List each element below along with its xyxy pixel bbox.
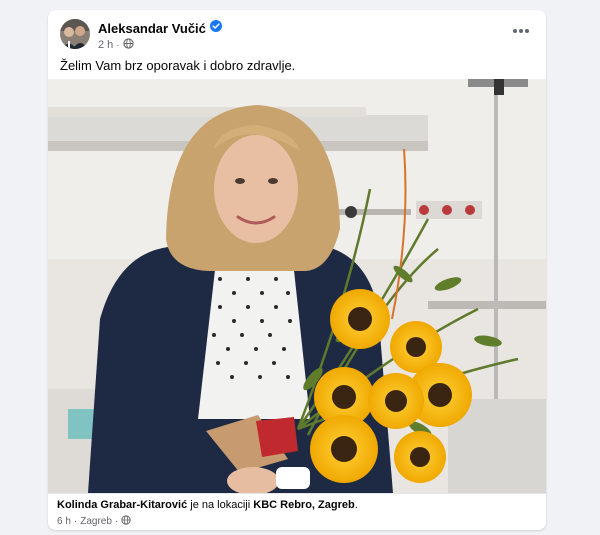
tagged-person[interactable]: Kolinda Grabar-Kitarović [57, 499, 187, 511]
post-header: Aleksandar Vučić 2 h · [48, 10, 546, 58]
avatar[interactable] [60, 19, 90, 49]
author-name[interactable]: Aleksandar Vučić [98, 21, 206, 36]
post-meta: 2 h · [98, 38, 134, 52]
post-timestamp[interactable]: 2 h [98, 39, 113, 51]
author-row: Aleksandar Vučić [98, 19, 222, 37]
location-card[interactable]: Kolinda Grabar-Kitarović je na lokaciji … [48, 493, 546, 530]
facebook-post: Aleksandar Vučić 2 h · Želim Vam brz opo… [48, 10, 546, 530]
card-separator: · [73, 516, 78, 527]
location-card-meta: 6 h · Zagreb · [57, 515, 131, 528]
globe-icon [121, 515, 131, 528]
more-options-icon[interactable] [510, 24, 532, 38]
meta-separator: · [116, 39, 120, 51]
card-separator-2: · [114, 516, 119, 527]
card-city: Zagreb [80, 516, 112, 527]
card-timestamp[interactable]: 6 h [57, 516, 71, 527]
post-photo[interactable] [48, 79, 546, 495]
location-card-title: Kolinda Grabar-Kitarović je na lokaciji … [57, 499, 358, 511]
verified-badge-icon [209, 19, 222, 37]
globe-icon[interactable] [123, 38, 134, 52]
post-text: Želim Vam brz oporavak i dobro zdravlje. [60, 58, 296, 73]
location-name[interactable]: KBC Rebro, Zagreb [253, 499, 354, 511]
location-connector: je na lokaciji [187, 499, 254, 511]
title-end: . [354, 499, 358, 511]
